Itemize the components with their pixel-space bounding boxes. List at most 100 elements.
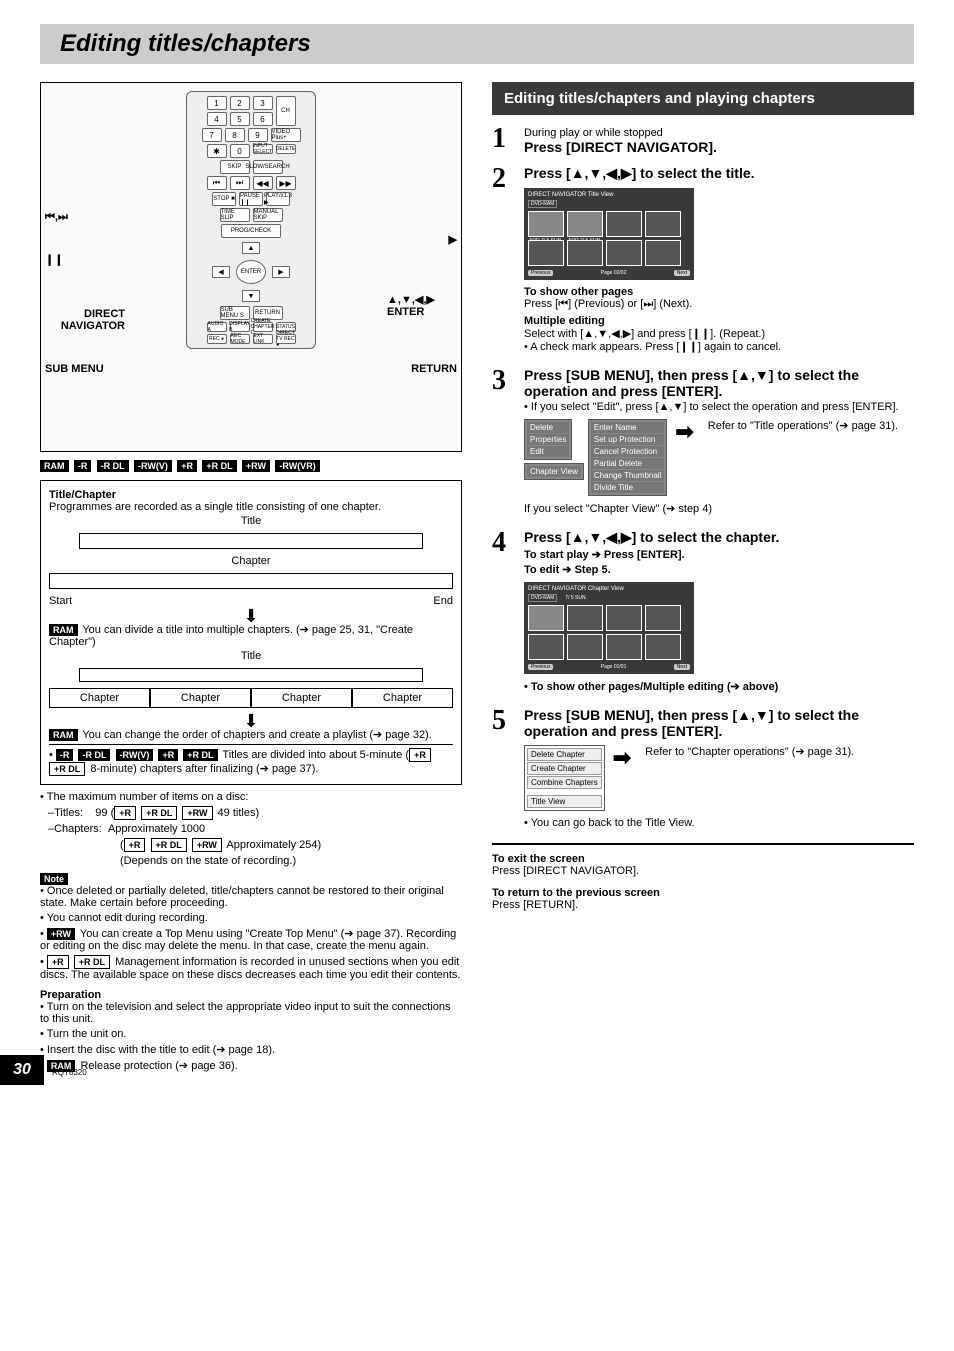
tc-title-label-1: Title	[49, 515, 453, 527]
thumb-2: ARD 7/ 5 SUN	[567, 211, 603, 237]
tc-heading: Title/Chapter	[49, 489, 453, 501]
cthumb-6	[567, 634, 603, 660]
remote-body: 123CH 456 789VIDEO Plus+ ✱0INPUT SELECTD…	[186, 91, 316, 349]
menu-left-2: Chapter View	[524, 463, 584, 480]
arrow-down-icon-2: ⬇	[49, 714, 453, 728]
key-skip-prev: ⏮	[207, 176, 227, 190]
step-5-after: • You can go back to the Title View.	[524, 817, 914, 829]
thumb-7	[606, 240, 642, 266]
mr-1: Set up Protection	[591, 434, 664, 445]
step-4-main: Press [▲,▼,◀,▶] to select the chapter.	[524, 529, 914, 546]
label-submenu: SUB MENU	[45, 363, 104, 375]
sb4-page: Page 01/01	[601, 664, 627, 670]
prep-2: Turn the unit on.	[47, 1028, 127, 1040]
sb4-prev: Previous	[528, 664, 553, 670]
titles-val2: 49 titles)	[215, 807, 260, 819]
badge-plusr: +R	[177, 460, 197, 472]
badge-ram: RAM	[40, 460, 69, 472]
label-arrows-enter: ▲,▼,◀,▶ ENTER	[387, 293, 457, 318]
badge-ram-inline-2: RAM	[49, 729, 78, 741]
note-label: Note	[40, 873, 68, 885]
note-1: Once deleted or partially deleted, title…	[40, 885, 444, 909]
fb1-1: -R DL	[78, 749, 110, 761]
step-5-num: 5	[492, 707, 514, 833]
key-pause: PAUSE ❙❙	[239, 192, 263, 206]
step-2-main: Press [▲,▼,◀,▶] to select the title.	[524, 165, 914, 182]
nrl-0: +R	[47, 955, 69, 969]
key-enter: ENTER	[236, 260, 266, 284]
key-input: INPUT SELECT	[253, 144, 273, 154]
return-b: Press [RETURN].	[492, 899, 578, 911]
key-videoplus: VIDEO Plus+	[271, 128, 301, 142]
fb1-4: +R DL	[183, 749, 217, 761]
arrow-right-icon-2: ➡	[613, 745, 631, 771]
sb2-title: DIRECT NAVIGATOR Title View	[528, 192, 613, 198]
badge-rwvr: -RW(VR)	[275, 460, 319, 472]
key-stop: STOP ■	[212, 192, 236, 206]
tc-start: Start	[49, 595, 72, 607]
nrl-1: +R DL	[74, 955, 110, 969]
step-4-sub1: To start play ➔ Press [ENTER].	[524, 548, 914, 561]
badge-plusrw: +RW	[242, 460, 270, 472]
note-block: Note • Once deleted or partially deleted…	[40, 873, 462, 981]
label-return: RETURN	[411, 363, 457, 375]
tip-show-pages: To show other pages	[524, 286, 633, 298]
thumb-4	[645, 211, 681, 237]
manual-code: RQT8320	[52, 1068, 87, 1077]
remote-diagram: ⏮,⏭ ❙❙ DIRECT NAVIGATOR SUB MENU ▶ ▲,▼,◀…	[40, 82, 462, 452]
s5m-3: Title View	[527, 795, 602, 808]
step-5: 5 Press [SUB MENU], then press [▲,▼] to …	[492, 707, 914, 833]
step-3-menu-wrap: Delete Properties Edit Chapter View Ente…	[524, 419, 914, 496]
note-rw-badge: +RW	[47, 928, 75, 940]
thumb-1: ARD 7/ 5 SUN	[528, 211, 564, 237]
finalize-text-2: 8-minute) chapters after finalizing (➔ p…	[87, 763, 318, 775]
ml-0: Delete	[527, 422, 569, 433]
step-1-main: Press [DIRECT NAVIGATOR].	[524, 139, 914, 155]
chapters-val2: Approximately 254)	[224, 839, 321, 851]
max-items: The maximum number of items on a disc:	[47, 791, 249, 803]
step-4-num: 4	[492, 529, 514, 697]
key-star: ✱	[207, 144, 227, 158]
tc-title-label-2: Title	[49, 650, 453, 662]
step-1-pre: During play or while stopped	[524, 127, 914, 139]
ml-1: Properties	[527, 434, 569, 445]
s5m-0: Delete Chapter	[527, 748, 602, 761]
cthumb-4	[645, 605, 681, 631]
mr-4: Change Thumbnail	[591, 470, 664, 481]
tb-1: +R DL	[141, 806, 177, 820]
tc-chapter-label: Chapter	[49, 555, 453, 567]
right-column: Editing titles/chapters and playing chap…	[492, 82, 914, 1075]
max-items-block: • The maximum number of items on a disc:…	[40, 791, 462, 867]
key-delete: DELETE	[276, 144, 296, 154]
right-header: Editing titles/chapters and playing chap…	[492, 82, 914, 115]
step-3-main: Press [SUB MENU], then press [▲,▼] to se…	[524, 367, 914, 399]
chapter-cell-3: Chapter	[251, 688, 352, 708]
key-0: 0	[230, 144, 250, 158]
return-h: To return to the previous screen	[492, 887, 660, 899]
cthumb-2	[567, 605, 603, 631]
step-3: 3 Press [SUB MENU], then press [▲,▼] to …	[492, 367, 914, 519]
key-extlink: EXT LINK	[253, 334, 273, 344]
cthumb-5	[528, 634, 564, 660]
tc-end: End	[433, 595, 453, 607]
dpad-right-icon: ▶	[272, 266, 290, 278]
step-2-screen: DIRECT NAVIGATOR Title View DVD-RAM ARD …	[524, 188, 694, 280]
cthumb-1	[528, 605, 564, 631]
label-pause: ❙❙	[45, 253, 63, 266]
fb1-2: -RW(V)	[116, 749, 154, 761]
prep-ram: Release protection (➔ page 36).	[80, 1060, 237, 1072]
key-display: DISPLAY B	[230, 322, 250, 332]
left-column: ⏮,⏭ ❙❙ DIRECT NAVIGATOR SUB MENU ▶ ▲,▼,◀…	[40, 82, 462, 1075]
tc-divide-note: You can divide a title into multiple cha…	[49, 624, 413, 648]
key-7: 7	[202, 128, 222, 142]
dpad-up-icon: ▲	[242, 242, 260, 254]
key-progcheck: PROG/CHECK	[221, 224, 281, 238]
arrow-down-icon: ⬇	[49, 609, 453, 623]
cb-2: +RW	[192, 838, 222, 852]
page-title: Editing titles/chapters	[60, 30, 894, 58]
thumb-6	[567, 240, 603, 266]
key-skip-next: ⏭	[230, 176, 250, 190]
step-3-sub: • If you select "Edit", press [▲,▼] to s…	[524, 401, 914, 413]
thumb-3	[606, 211, 642, 237]
dpad-down-icon: ▼	[242, 290, 260, 302]
